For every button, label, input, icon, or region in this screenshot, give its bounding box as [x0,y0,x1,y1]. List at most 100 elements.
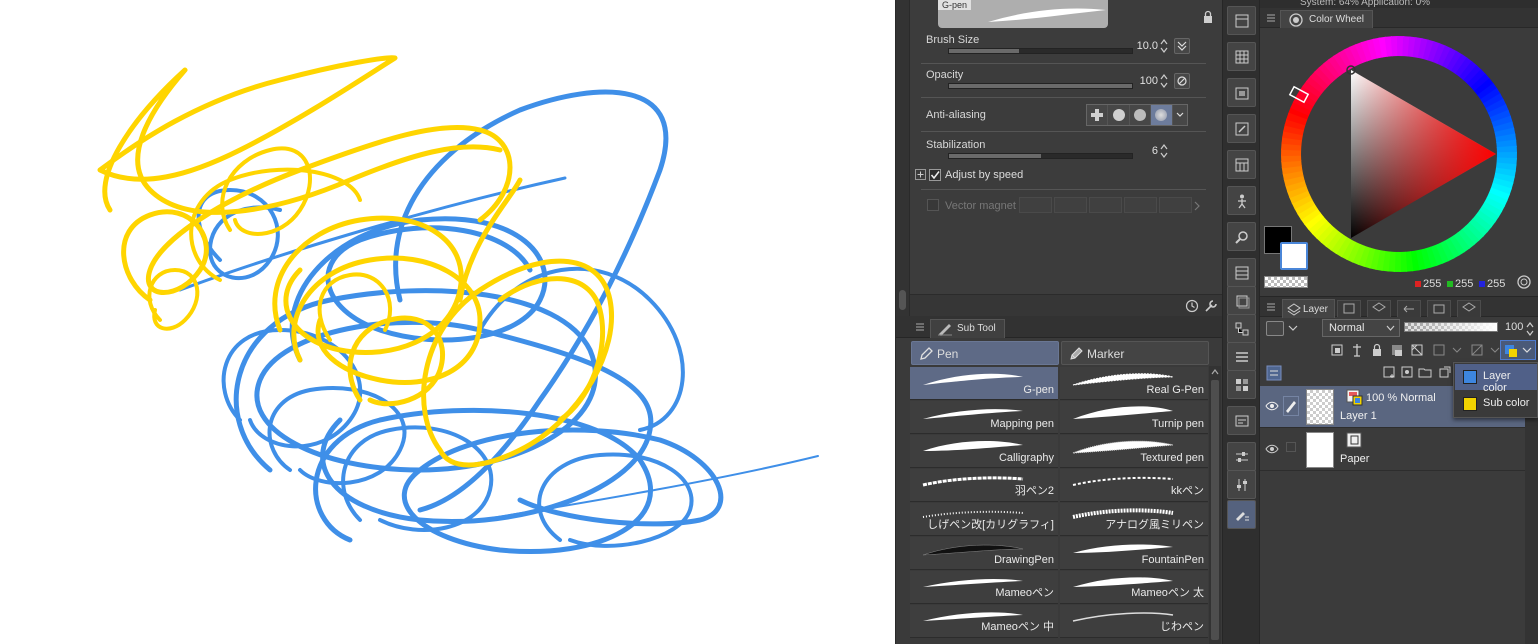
brush-size-spinner-icon[interactable] [1160,38,1168,54]
menu-icon[interactable] [916,323,924,331]
chevron-down-icon[interactable] [1450,343,1464,357]
edit-button[interactable] [1227,114,1256,143]
lock-layer-icon[interactable] [1370,343,1384,357]
layer-name[interactable]: Paper [1340,453,1369,465]
vector-magnet-option[interactable] [1054,197,1087,213]
brush-item-calligraphy[interactable]: Calligraphy [910,435,1058,468]
clock-icon[interactable] [1185,299,1199,313]
anti-aliasing-strong[interactable] [1151,105,1173,125]
brush-size-dynamics-button[interactable] [1174,38,1190,54]
stabilization-value[interactable]: 6 [1152,145,1158,157]
layer-scrollbar[interactable] [1525,386,1538,644]
scroll-thumb[interactable] [1211,380,1219,640]
eye-icon[interactable] [1265,443,1279,455]
new-vector-layer-icon[interactable] [1400,365,1414,379]
brush-size-value[interactable]: 10.0 [1137,40,1158,52]
tree-button[interactable] [1227,314,1256,343]
menu-item-layer-color[interactable]: Layer color [1455,364,1537,394]
brush-item-real-g-pen[interactable]: Real G-Pen [1060,367,1208,400]
opacity-spinner-icon[interactable] [1526,321,1534,337]
anti-aliasing-weak[interactable] [1108,105,1130,125]
chevron-down-icon[interactable] [1288,325,1298,333]
tab-layer-extra[interactable] [1457,300,1481,317]
wrench-icon[interactable] [1204,299,1218,313]
vector-magnet-option[interactable] [1089,197,1122,213]
brush-item-turnip-pen[interactable]: Turnip pen [1060,401,1208,434]
layer-property-button[interactable] [1227,286,1256,315]
layer-opacity-value[interactable]: 100 [1505,321,1523,333]
mask-icon[interactable] [1410,343,1424,357]
material-button[interactable] [1227,42,1256,71]
vector-magnet-option[interactable] [1159,197,1192,213]
stabilization-slider[interactable] [948,153,1133,159]
brush-item-mameo-pen-thick[interactable]: Mameoペン 太 [1060,571,1208,604]
anti-aliasing-dropdown[interactable] [1173,105,1187,125]
tab-color-wheel[interactable]: Color Wheel [1280,10,1374,28]
stabilization-spinner-icon[interactable] [1160,143,1168,159]
transfer-layer-icon[interactable] [1438,365,1452,379]
item-bank-button[interactable] [1227,6,1256,35]
sub-tool-scrollbar[interactable] [1209,366,1221,644]
brush-item-drawing-pen[interactable]: DrawingPen [910,537,1058,570]
sub-tool-detail-button[interactable] [1227,500,1256,529]
navigator-button[interactable] [1227,222,1256,251]
vector-magnet-checkbox[interactable] [927,199,939,211]
tab-sub-tool[interactable]: Sub Tool [930,319,1005,338]
layer-mode-toggle[interactable] [1266,321,1284,336]
color-set-button[interactable] [1227,370,1256,399]
menu-icon[interactable] [1267,303,1275,311]
adjust-button[interactable] [1227,442,1256,471]
sub-color-swatch[interactable] [1280,242,1308,270]
layer-name[interactable]: Layer 1 [1340,410,1377,422]
lock-icon[interactable] [1202,10,1214,24]
brush-item-mameo-pen-medium[interactable]: Mameoペン 中 [910,605,1058,638]
brush-item-kk-pen[interactable]: kkペン [1060,469,1208,502]
brush-size-slider[interactable] [948,48,1133,54]
timeline-button[interactable] [1227,406,1256,435]
new-raster-layer-icon[interactable] [1382,365,1396,379]
expand-plus-icon[interactable] [915,169,926,180]
brush-item-hane-pen-2[interactable]: 羽ペン2 [910,469,1058,502]
blend-mode-select[interactable]: Normal [1322,319,1400,337]
opacity-value[interactable]: 100 [1140,75,1158,87]
layer-panel-view-icon[interactable] [1266,365,1282,381]
anti-aliasing-selector[interactable] [1086,104,1188,126]
scroll-thumb[interactable] [899,290,906,310]
tool-property-scrollbar[interactable] [896,0,910,316]
layer-opacity-slider[interactable] [1404,322,1498,332]
opacity-spinner-icon[interactable] [1160,73,1168,89]
brush-item-mameo-pen[interactable]: Mameoペン [910,571,1058,604]
brush-item-analog-milli-pen[interactable]: アナログ風ミリペン [1060,503,1208,536]
group-marker-button[interactable]: Marker [1061,341,1209,365]
new-folder-icon[interactable] [1418,365,1432,379]
figure-button[interactable] [1227,186,1256,215]
edit-target-indicator[interactable] [1286,442,1296,452]
adjust-by-speed-checkbox[interactable] [929,169,941,181]
filmstrip-button[interactable] [1227,258,1256,287]
tab-layer[interactable]: Layer [1282,299,1336,318]
brush-item-g-pen[interactable]: G-pen [910,367,1058,400]
draft-layer-icon[interactable] [1432,343,1446,357]
color-space-icon[interactable] [1516,274,1532,290]
anti-aliasing-none[interactable] [1087,105,1109,125]
brush-item-shige-pen[interactable]: しげペン改[カリグラフィ] [910,503,1058,536]
list-button[interactable] [1227,342,1256,371]
layer-row-paper[interactable]: Paper [1260,429,1525,471]
chevron-right-icon[interactable] [1193,201,1201,211]
layer-color-button[interactable] [1500,340,1536,360]
group-pen-button[interactable]: Pen [911,341,1059,365]
clipping-icon[interactable] [1330,343,1344,357]
tab-layer-property[interactable] [1367,300,1391,317]
opacity-dynamics-button[interactable] [1174,73,1190,89]
anti-aliasing-medium[interactable] [1130,105,1152,125]
tab-history[interactable] [1397,300,1421,317]
brush-item-textured-pen[interactable]: Textured pen [1060,435,1208,468]
mask-disabled-icon[interactable] [1470,343,1484,357]
edit-target-indicator[interactable] [1283,396,1299,416]
pages-button[interactable] [1227,78,1256,107]
vector-magnet-option[interactable] [1019,197,1052,213]
menu-item-sub-color[interactable]: Sub color [1455,391,1537,417]
color-wheel[interactable] [1274,30,1524,280]
reference-layer-icon[interactable] [1350,343,1364,357]
scroll-up-arrow-icon[interactable] [1211,368,1219,376]
